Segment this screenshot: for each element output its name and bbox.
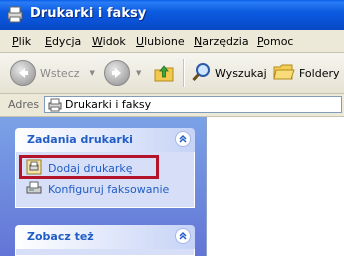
see-also-header[interactable]: Zobacz też <box>15 225 195 249</box>
configure-fax-label: Konfiguruj faksowanie <box>48 183 170 196</box>
fax-icon <box>26 180 42 199</box>
back-arrow-icon <box>10 60 36 86</box>
printers-folder-icon <box>48 98 62 115</box>
search-label: Wyszukaj <box>215 67 267 80</box>
task-pane: Zadania drukarki Dodaj drukarkę Konfigur… <box>0 117 206 256</box>
configure-fax-task[interactable]: Konfiguruj faksowanie <box>26 180 169 199</box>
address-bar: Adres Drukarki i faksy <box>0 94 344 117</box>
collapse-chevron-icon[interactable] <box>175 131 191 147</box>
search-button[interactable]: Wyszukaj <box>192 62 267 85</box>
title-bar[interactable]: Drukarki i faksy <box>0 0 344 30</box>
see-also-title: Zobacz też <box>27 230 94 243</box>
menu-view[interactable]: Widok <box>92 35 126 48</box>
address-field[interactable]: Drukarki i faksy <box>44 96 342 113</box>
printer-tasks-title: Zadania drukarki <box>27 133 133 146</box>
menu-bar: Plik Edycja Widok Ulubione Narzędzia Pom… <box>0 30 344 53</box>
folders-label: Foldery <box>299 67 340 80</box>
up-folder-icon <box>153 62 175 87</box>
menu-tools[interactable]: Narzędzia <box>194 35 249 48</box>
menu-edit[interactable]: Edycja <box>45 35 81 48</box>
collapse-chevron-icon[interactable] <box>175 228 191 244</box>
folders-button[interactable]: Foldery <box>273 62 340 85</box>
back-label: Wstecz <box>40 66 80 80</box>
back-button[interactable]: Wstecz ▼ <box>10 60 95 86</box>
search-icon <box>192 62 212 85</box>
toolbar-separator <box>183 59 185 87</box>
window-title: Drukarki i faksy <box>30 6 147 21</box>
menu-favorites[interactable]: Ulubione <box>136 35 185 48</box>
forward-button[interactable]: ▼ <box>104 60 141 86</box>
forward-arrow-icon <box>104 60 130 86</box>
back-dropdown-icon[interactable]: ▼ <box>90 69 95 77</box>
up-folder-button[interactable] <box>153 62 175 87</box>
printer-tasks-header[interactable]: Zadania drukarki <box>15 128 195 152</box>
printer-folder-icon <box>6 6 24 23</box>
forward-dropdown-icon[interactable]: ▼ <box>136 69 141 77</box>
address-label: Adres <box>8 98 40 111</box>
address-value: Drukarki i faksy <box>65 98 152 111</box>
see-also-panel <box>15 249 195 256</box>
folders-icon <box>273 62 295 85</box>
highlight-box <box>19 155 159 179</box>
menu-help[interactable]: Pomoc <box>257 35 293 48</box>
printers-list-pane[interactable] <box>206 117 344 256</box>
toolbar: Wstecz ▼ ▼ Wyszukaj Foldery <box>0 53 344 94</box>
menu-file[interactable]: Plik <box>12 35 31 48</box>
content-area: Zadania drukarki Dodaj drukarkę Konfigur… <box>0 117 344 256</box>
